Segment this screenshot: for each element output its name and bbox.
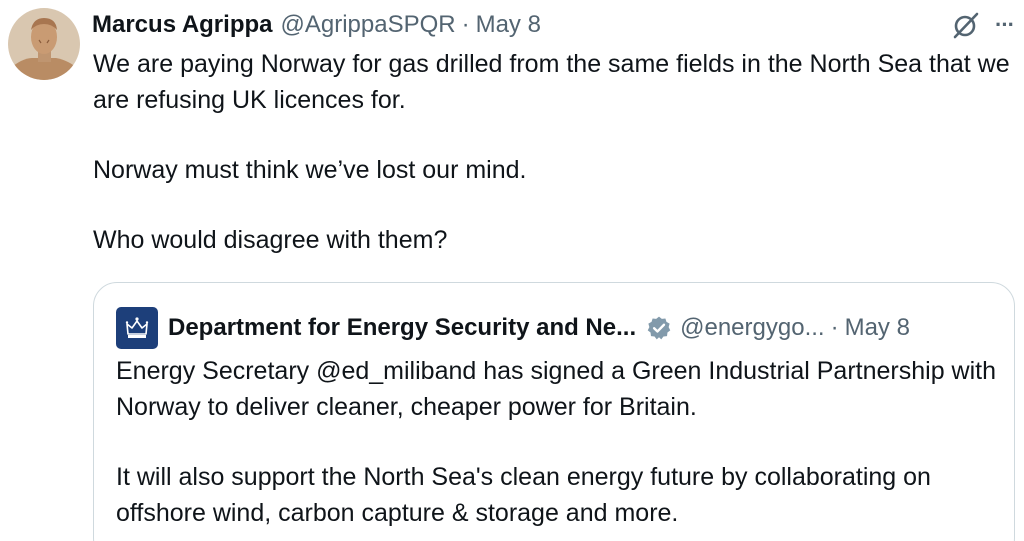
tweet-paragraph: Norway must think we’ve lost our mind.: [93, 156, 527, 184]
author-handle[interactable]: @AgrippaSPQR: [280, 11, 455, 39]
quoted-tweet-header: Department for Energy Security and Ne...…: [116, 307, 992, 349]
quoted-tweet-card[interactable]: Department for Energy Security and Ne...…: [93, 282, 1015, 541]
tweet-paragraph: We are paying Norway for gas drilled fro…: [93, 50, 1010, 114]
grok-icon[interactable]: [951, 10, 981, 40]
tweet[interactable]: Marcus Agrippa @AgrippaSPQR · May 8 ··· …: [0, 0, 1024, 541]
bust-avatar-icon: [8, 8, 80, 80]
tweet-date[interactable]: May 8: [476, 11, 541, 39]
crown-crest-icon[interactable]: [116, 307, 158, 349]
separator-dot: ·: [830, 314, 839, 341]
quoted-paragraph: Energy Secretary @ed_miliband has signed…: [116, 357, 997, 421]
quoted-paragraph: It will also support the North Sea's cle…: [116, 463, 931, 527]
quoted-tweet-body: Energy Secretary @ed_miliband has signed…: [116, 353, 996, 531]
author-name[interactable]: Marcus Agrippa: [92, 11, 272, 39]
quoted-tweet-date[interactable]: May 8: [845, 314, 910, 342]
author-avatar[interactable]: [8, 8, 80, 80]
verified-badge-icon: [646, 315, 672, 341]
tweet-header: Marcus Agrippa @AgrippaSPQR · May 8 ···: [92, 8, 1015, 42]
quoted-author-name[interactable]: Department for Energy Security and Ne...: [168, 314, 636, 342]
separator-dot: ·: [461, 11, 470, 38]
tweet-paragraph: Who would disagree with them?: [93, 226, 448, 254]
tweet-body: We are paying Norway for gas drilled fro…: [93, 46, 1013, 258]
quoted-author-handle[interactable]: @energygo...: [680, 314, 824, 342]
header-actions: ···: [951, 10, 1015, 40]
more-options-icon[interactable]: ···: [995, 12, 1015, 38]
